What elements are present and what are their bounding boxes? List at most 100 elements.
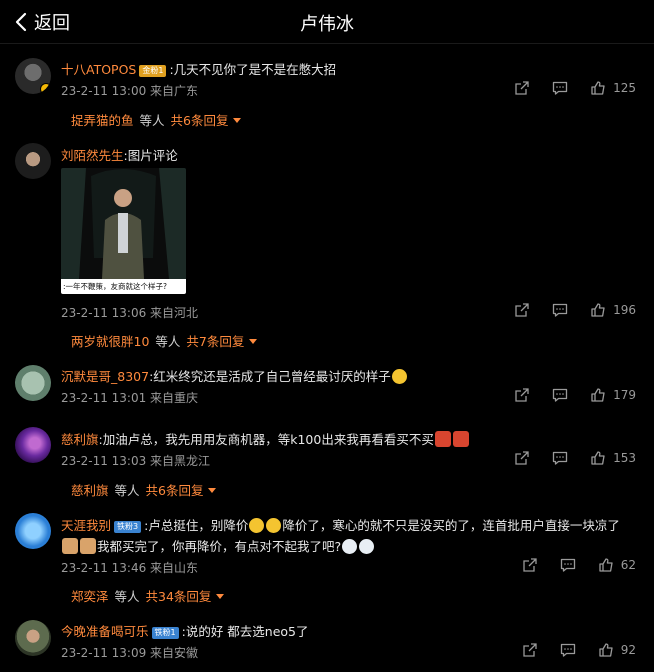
fan-badge: 铁粉3 <box>114 521 142 533</box>
comment-username[interactable]: 今晚准备喝可乐 <box>61 624 149 639</box>
speaker-photo <box>61 168 186 279</box>
thumbs-up-icon <box>591 303 605 317</box>
comment-username[interactable]: 慈利旗 <box>61 432 99 447</box>
comment-meta: 23-2-11 13:09 来自安徽 <box>61 646 199 660</box>
comment-text: :说的好 都去选neo5了 <box>181 624 309 639</box>
comment-button[interactable] <box>552 80 568 96</box>
page-title: 卢伟冰 <box>300 14 354 35</box>
reply-summary[interactable]: 捉弄猫的鱼 等人 共6条回复 <box>71 110 242 129</box>
comment-text: :卢总挺住，别降价 <box>144 518 249 533</box>
avatar[interactable] <box>15 58 51 94</box>
laugh-cry-emoji-icon <box>391 369 407 384</box>
comment-text-continued: 降价了，寒心的就不只是没买的了，连首批用户直接一块凉了 <box>282 518 620 533</box>
avatar[interactable] <box>15 143 51 179</box>
reply-username[interactable]: 郑奕泽 <box>71 589 109 604</box>
comment-username[interactable]: 刘陌然先生 <box>61 148 124 163</box>
like-button[interactable]: 92 <box>598 642 636 658</box>
reply-username[interactable]: 捉弄猫的鱼 <box>71 113 134 128</box>
comment-actions: 62 <box>522 557 636 573</box>
comment-actions: 179 <box>514 387 636 403</box>
reply-summary[interactable]: 慈利旗 等人 共6条回复 <box>71 480 217 499</box>
share-button[interactable] <box>514 387 530 403</box>
comment-meta: 23-2-11 13:06 来自河北 <box>61 306 199 320</box>
reply-summary[interactable]: 两岁就很胖10 等人 共7条回复 <box>71 331 258 350</box>
thumbs-up-icon <box>599 643 613 657</box>
thumbs-up-icon <box>599 558 613 572</box>
laugh-cry-emoji-icon <box>249 518 265 533</box>
comment-button[interactable] <box>552 450 568 466</box>
like-count: 92 <box>620 643 636 657</box>
comment-username[interactable]: 天涯我别 <box>61 518 111 533</box>
avatar[interactable] <box>15 620 51 656</box>
avatar[interactable] <box>15 365 51 401</box>
thumbs-up-icon <box>591 81 605 95</box>
like-button[interactable]: 62 <box>598 557 636 573</box>
avatar[interactable] <box>15 427 51 463</box>
like-count: 196 <box>613 303 636 317</box>
comment-meta: 23-2-11 13:03 来自黑龙江 <box>61 454 211 468</box>
comment-actions: 196 <box>514 302 636 318</box>
fan-badge: 铁粉1 <box>151 627 179 639</box>
like-button[interactable]: 196 <box>590 302 636 318</box>
comment-icon <box>552 451 568 465</box>
share-button[interactable] <box>514 302 530 318</box>
like-count: 179 <box>613 388 636 402</box>
reply-username[interactable]: 两岁就很胖10 <box>71 334 149 349</box>
comment-actions: 92 <box>522 642 636 658</box>
like-button[interactable]: 179 <box>590 387 636 403</box>
top-bar: 返回 卢伟冰 <box>0 0 654 44</box>
caret-down-icon <box>208 488 217 493</box>
comment-button[interactable] <box>552 387 568 403</box>
comment-button[interactable] <box>560 557 576 573</box>
share-icon <box>523 643 537 657</box>
dog-emoji-icon <box>80 538 96 554</box>
comment-actions: 153 <box>514 450 636 466</box>
fan-badge: 金粉1 <box>139 65 167 77</box>
comment-text: :几天不见你了是不是在憋大招 <box>169 62 337 77</box>
share-button[interactable] <box>514 80 530 96</box>
view-replies-link[interactable]: 共7条回复 <box>186 334 244 349</box>
reply-username[interactable]: 慈利旗 <box>71 483 109 498</box>
like-button[interactable]: 125 <box>590 80 636 96</box>
comment-meta: 23-2-11 13:00 来自广东 <box>61 84 199 98</box>
sticker-icon <box>434 431 451 447</box>
share-icon <box>523 558 537 572</box>
share-button[interactable] <box>522 557 538 573</box>
view-replies-link[interactable]: 共6条回复 <box>146 483 204 498</box>
view-replies-link[interactable]: 共34条回复 <box>146 589 212 604</box>
comment-meta: 23-2-11 13:01 来自重庆 <box>61 391 199 405</box>
comment-username[interactable]: 十八ATOPOS <box>61 62 136 77</box>
comment-button[interactable] <box>560 642 576 658</box>
like-count: 153 <box>613 451 636 465</box>
crying-emoji-icon <box>359 539 375 554</box>
comment-button[interactable] <box>552 302 568 318</box>
comment-text: :图片评论 <box>123 148 178 163</box>
caret-down-icon <box>249 339 258 344</box>
share-icon <box>515 303 529 317</box>
caret-down-icon <box>216 594 225 599</box>
comment-image[interactable]: :一年不鞭策，友商就这个样子? <box>61 168 186 294</box>
comment-text-continued: 我都买完了，你再降价，有点对不起我了吧? <box>97 539 342 554</box>
share-button[interactable] <box>514 450 530 466</box>
share-button[interactable] <box>522 642 538 658</box>
verified-badge-icon <box>40 83 51 94</box>
share-icon <box>515 81 529 95</box>
caret-down-icon <box>233 118 242 123</box>
share-icon <box>515 451 529 465</box>
like-count: 125 <box>613 81 636 95</box>
comment-icon <box>552 81 568 95</box>
comment-meta: 23-2-11 13:46 来自山东 <box>61 561 199 575</box>
sticker-icon <box>452 431 469 447</box>
comment-text: :红米终究还是活成了自己曾经最讨厌的样子 <box>149 369 391 384</box>
thumbs-up-icon <box>591 451 605 465</box>
share-icon <box>515 388 529 402</box>
avatar[interactable] <box>15 513 51 549</box>
comment-actions: 125 <box>514 80 636 96</box>
comment-username[interactable]: 沉默是哥_8307 <box>61 369 149 384</box>
comment-text: :加油卢总，我先用用友商机器，等k100出来我再看看买不买 <box>98 432 434 447</box>
like-button[interactable]: 153 <box>590 450 636 466</box>
view-replies-link[interactable]: 共6条回复 <box>171 113 229 128</box>
thumbs-up-icon <box>591 388 605 402</box>
reply-summary[interactable]: 郑奕泽 等人 共34条回复 <box>71 586 225 605</box>
dog-emoji-icon <box>62 538 78 554</box>
